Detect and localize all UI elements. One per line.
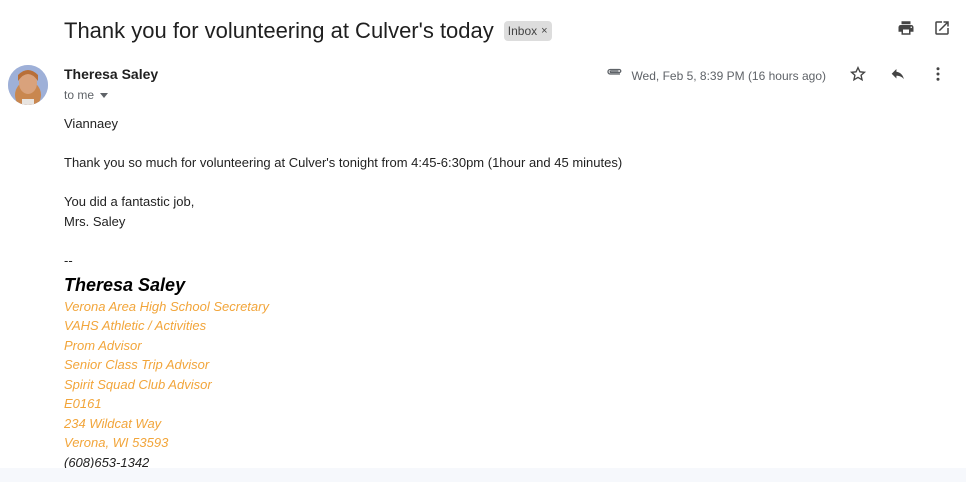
more-vert-icon[interactable] (928, 64, 948, 84)
recipient-text: to me (64, 88, 95, 102)
greeting: Viannaey (64, 116, 118, 131)
signature-line: VAHS Athletic / Activities (64, 318, 207, 334)
message-actions (848, 64, 948, 84)
label-text: Inbox (507, 24, 538, 38)
closing-line: You did a fantastic job, (64, 194, 195, 210)
message-date: Wed, Feb 5, 8:39 PM (16 hours ago) (631, 68, 826, 83)
sender-name[interactable]: Theresa Saley (64, 66, 158, 82)
signature-name: Theresa Saley (64, 274, 186, 295)
body-paragraph: Thank you so much for volunteering at Cu… (64, 155, 623, 171)
sender-avatar[interactable] (8, 65, 48, 105)
signature-line: 234 Wildcat Way (64, 415, 162, 431)
inbox-label-chip[interactable]: Inbox × (503, 21, 552, 41)
top-actions (896, 18, 952, 38)
bottom-bar (0, 468, 966, 482)
signature-line: Spirit Squad Club Advisor (64, 376, 212, 392)
email-header: Thank you for volunteering at Culver's t… (64, 14, 552, 48)
remove-label-button[interactable]: × (541, 25, 547, 37)
reply-icon[interactable] (888, 64, 908, 84)
signature-line: Senior Class Trip Advisor (64, 357, 210, 373)
paperclip-icon (605, 67, 623, 84)
signature-line: Verona Area High School Secretary (64, 298, 269, 314)
signature-line: Verona, WI 53593 (64, 435, 169, 451)
signature-separator: -- (64, 253, 73, 269)
signature-line: E0161 (64, 396, 102, 412)
signature-line: Prom Advisor (64, 337, 142, 353)
open-in-new-window-icon[interactable] (932, 18, 952, 38)
message-body: Viannaey Thank you so much for volunteer… (64, 114, 622, 472)
message-meta: Wed, Feb 5, 8:39 PM (16 hours ago) (605, 67, 826, 84)
chevron-down-icon[interactable] (100, 92, 109, 98)
recipient-details[interactable]: to me (64, 88, 109, 102)
email-subject: Thank you for volunteering at Culver's t… (64, 18, 494, 43)
closing-signoff: Mrs. Saley (64, 213, 126, 229)
print-icon[interactable] (896, 18, 916, 38)
star-icon[interactable] (848, 64, 868, 84)
